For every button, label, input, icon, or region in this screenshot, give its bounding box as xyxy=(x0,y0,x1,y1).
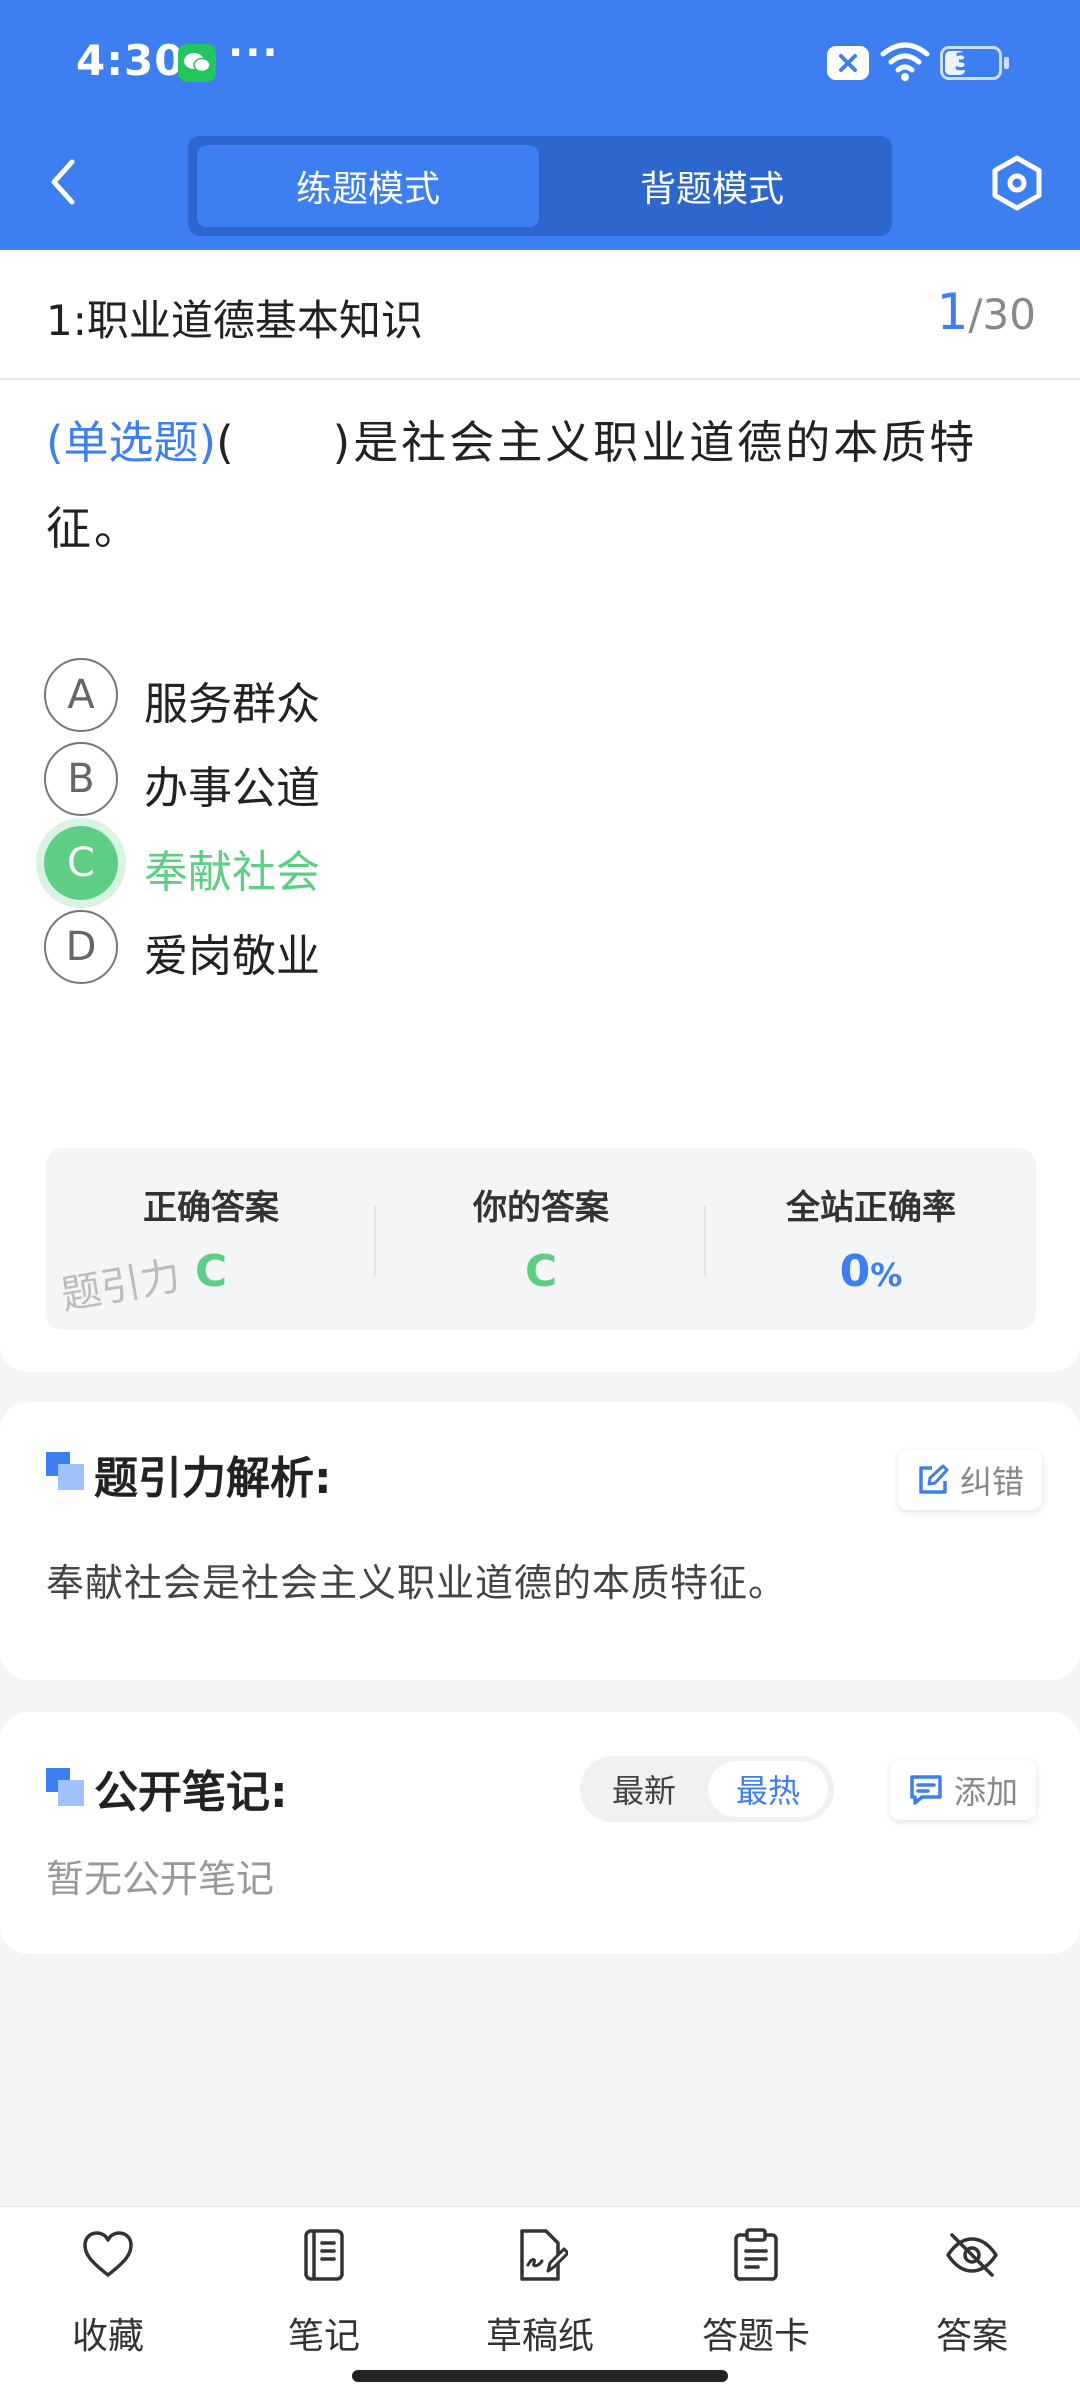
your-answer-label: 你的答案 xyxy=(473,1188,609,1228)
option-text: 奉献社会 xyxy=(144,847,320,898)
total-questions: /30 xyxy=(968,290,1036,339)
your-answer-value: C xyxy=(524,1246,558,1297)
status-time: 4:30 xyxy=(76,36,185,85)
tab-memorize-mode[interactable]: 背题模式 xyxy=(541,145,883,227)
nav-notes[interactable]: 笔记 xyxy=(216,2207,432,2377)
section-squares-icon xyxy=(46,1768,84,1806)
battery-icon: 34 xyxy=(940,46,1009,80)
app-root: 4:30 ··· 34 练题模式 背题模式 1:职业道德基本知识 1/30 (单… xyxy=(0,0,1080,2400)
comment-icon xyxy=(910,1775,942,1805)
option-text: 服务群众 xyxy=(144,679,320,730)
top-bar: 4:30 ··· 34 练题模式 背题模式 xyxy=(0,0,1080,250)
option-letter: C xyxy=(44,826,118,900)
current-question-number: 1 xyxy=(936,283,969,341)
analysis-card: 题引力解析: 纠错 奉献社会是社会主义职业道德的本质特征。 xyxy=(0,1402,1080,1680)
question-counter: 1/30 xyxy=(937,283,1036,341)
draft-pen-icon xyxy=(520,2229,568,2281)
back-arrow-icon[interactable] xyxy=(34,152,94,212)
correct-answer-label: 正确答案 xyxy=(143,1188,279,1228)
heart-icon xyxy=(83,2231,133,2277)
add-note-label: 添加 xyxy=(954,1773,1019,1811)
option-text: 爱岗敬业 xyxy=(144,931,320,982)
clipboard-icon xyxy=(734,2228,778,2281)
nav-label: 答题卡 xyxy=(701,2316,810,2357)
divider xyxy=(0,378,1080,380)
nav-label: 收藏 xyxy=(71,2316,144,2357)
settings-hex-icon[interactable] xyxy=(986,152,1048,214)
site-accuracy-label: 全站正确率 xyxy=(786,1188,956,1228)
option-a[interactable]: A 服务群众 xyxy=(44,658,844,734)
public-notes-title: 公开笔记: xyxy=(94,1767,288,1818)
option-c-selected[interactable]: C 奉献社会 xyxy=(44,826,844,902)
site-accuracy-col: 全站正确率 0% xyxy=(706,1148,1036,1330)
question-type-tag: (单选题) xyxy=(46,416,217,469)
analysis-text: 奉献社会是社会主义职业道德的本质特征。 xyxy=(46,1561,788,1605)
nav-label: 笔记 xyxy=(287,2316,360,2357)
add-note-button[interactable]: 添加 xyxy=(890,1760,1037,1820)
nav-favorite[interactable]: 收藏 xyxy=(0,2207,216,2377)
eye-off-icon xyxy=(946,2233,998,2277)
edit-icon xyxy=(919,1464,949,1494)
wifi-icon xyxy=(880,42,930,81)
chapter-title: 1:职业道德基本知识 xyxy=(46,296,423,345)
question-card: 1:职业道德基本知识 1/30 (单选题)( )是社会主义职业道德的本质特征。 … xyxy=(0,250,1080,1372)
sort-hot-tab[interactable]: 最热 xyxy=(708,1761,828,1817)
mode-switch: 练题模式 背题模式 xyxy=(188,136,892,236)
analysis-title: 题引力解析: xyxy=(94,1453,332,1504)
question-blank: ( ) xyxy=(216,416,354,469)
notes-sort-switch: 最新 最热 xyxy=(580,1756,834,1822)
report-error-label: 纠错 xyxy=(960,1463,1025,1501)
option-d[interactable]: D 爱岗敬业 xyxy=(44,910,844,986)
more-notifications-icon: ··· xyxy=(228,30,280,76)
option-letter: D xyxy=(44,910,118,984)
question-stem: (单选题)( )是社会主义职业道德的本质特征。 xyxy=(46,400,1036,572)
status-bar: 4:30 ··· 34 xyxy=(0,0,1080,126)
sort-latest-tab[interactable]: 最新 xyxy=(586,1761,702,1817)
tab-practice-mode[interactable]: 练题模式 xyxy=(197,145,539,227)
option-letter: A xyxy=(44,658,118,732)
option-text: 办事公道 xyxy=(144,763,320,814)
your-answer-col: 你的答案 C xyxy=(376,1148,706,1330)
option-b[interactable]: B 办事公道 xyxy=(44,742,844,818)
nav-answer-card[interactable]: 答题卡 xyxy=(648,2207,864,2377)
section-squares-icon xyxy=(46,1452,84,1490)
report-error-button[interactable]: 纠错 xyxy=(898,1450,1043,1510)
no-sim-icon xyxy=(827,46,869,80)
nav-draft[interactable]: 草稿纸 xyxy=(432,2207,648,2377)
empty-notes-message: 暂无公开笔记 xyxy=(46,1857,275,1901)
nav-answer[interactable]: 答案 xyxy=(864,2207,1080,2377)
home-indicator[interactable] xyxy=(352,2370,728,2382)
answer-result-panel: 正确答案 C 你的答案 C 全站正确率 0% 题引力 xyxy=(46,1148,1036,1330)
battery-percent: 34 xyxy=(954,48,988,76)
public-notes-card: 公开笔记: 最新 最热 添加 暂无公开笔记 xyxy=(0,1712,1080,1954)
nav-label: 草稿纸 xyxy=(485,2316,594,2357)
nav-label: 答案 xyxy=(935,2316,1008,2357)
wechat-notification-icon xyxy=(178,44,216,82)
option-letter: B xyxy=(44,742,118,816)
site-accuracy-value: 0% xyxy=(839,1246,903,1297)
notebook-icon xyxy=(304,2229,344,2281)
